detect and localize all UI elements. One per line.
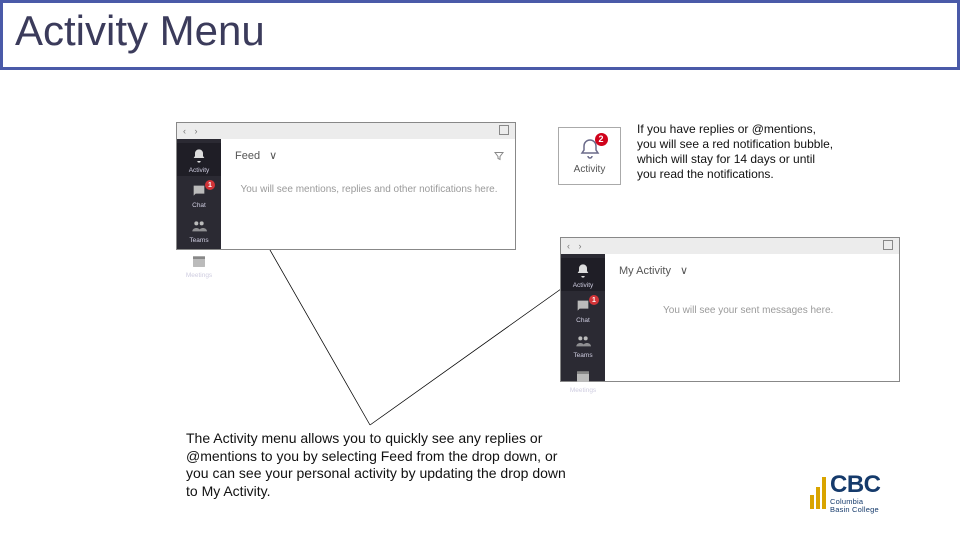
cbc-logo: CBC Columbia Basin College	[810, 470, 930, 516]
chevron-down-icon: ∨	[680, 265, 688, 277]
rail-label: Activity	[573, 282, 594, 289]
rail-teams[interactable]: Teams	[177, 213, 221, 246]
explanation-text-right: If you have replies or @mentions, you wi…	[637, 122, 837, 182]
rail-chat[interactable]: 1 Chat	[561, 293, 605, 326]
rail-label: Teams	[189, 237, 208, 244]
rail-activity[interactable]: Activity	[561, 258, 605, 291]
title-bar: Activity Menu	[0, 0, 960, 70]
rail-chat[interactable]: 1 Chat	[177, 178, 221, 211]
window-chrome: ‹ ›	[561, 238, 899, 254]
teams-rail: Activity 1 Chat Teams Meetings	[177, 139, 221, 249]
rail-label: Activity	[189, 167, 210, 174]
feed-dropdown[interactable]: Feed ∨	[235, 149, 277, 162]
rail-teams[interactable]: Teams	[561, 328, 605, 361]
logo-line1: Columbia	[830, 498, 881, 506]
myactivity-dropdown[interactable]: My Activity ∨	[619, 264, 688, 277]
rail-label: Meetings	[570, 387, 596, 394]
teams-window-feed: ‹ › Activity 1 Chat Teams	[176, 122, 516, 250]
rail-badge: 1	[205, 180, 215, 190]
rail-label: Teams	[573, 352, 592, 359]
chevron-down-icon: ∨	[269, 150, 277, 162]
bell-icon	[190, 147, 208, 165]
calendar-icon	[574, 367, 592, 385]
bell-with-badge: 2	[578, 137, 602, 161]
window-chrome: ‹ ›	[177, 123, 515, 139]
nav-arrows[interactable]: ‹ ›	[183, 126, 201, 136]
filter-icon[interactable]	[493, 149, 505, 161]
logo-line2: Basin College	[830, 506, 881, 514]
rail-label: Chat	[576, 317, 590, 324]
activity-icon-card: 2 Activity	[558, 127, 621, 185]
rail-activity[interactable]: Activity	[177, 143, 221, 176]
explanation-text-bottom: The Activity menu allows you to quickly …	[186, 430, 576, 500]
title-inner: Activity Menu	[3, 3, 957, 67]
rail-badge: 1	[589, 295, 599, 305]
logo-mark	[810, 477, 826, 509]
empty-state-text: You will see mentions, replies and other…	[239, 183, 499, 196]
popout-icon[interactable]	[883, 240, 893, 250]
myactivity-label: My Activity	[619, 265, 671, 277]
empty-state-text: You will see your sent messages here.	[623, 304, 883, 317]
teams-icon	[190, 217, 208, 235]
bell-icon	[574, 262, 592, 280]
teams-rail: Activity 1 Chat Teams Meetings	[561, 254, 605, 381]
nav-arrows[interactable]: ‹ ›	[567, 241, 585, 251]
logo-abbr: CBC	[830, 473, 881, 497]
slide-title: Activity Menu	[15, 7, 265, 55]
rail-meetings[interactable]: Meetings	[177, 248, 221, 281]
rail-label: Chat	[192, 202, 206, 209]
teams-content: Feed ∨ You will see mentions, replies an…	[221, 139, 515, 249]
feed-label: Feed	[235, 150, 260, 162]
calendar-icon	[190, 252, 208, 270]
teams-content: My Activity ∨ You will see your sent mes…	[605, 254, 899, 381]
rail-label: Meetings	[186, 272, 212, 279]
activity-label: Activity	[574, 164, 606, 175]
teams-window-myactivity: ‹ › Activity 1 Chat Teams	[560, 237, 900, 382]
popout-icon[interactable]	[499, 125, 509, 135]
notification-badge: 2	[595, 133, 608, 146]
rail-meetings[interactable]: Meetings	[561, 363, 605, 396]
teams-icon	[574, 332, 592, 350]
